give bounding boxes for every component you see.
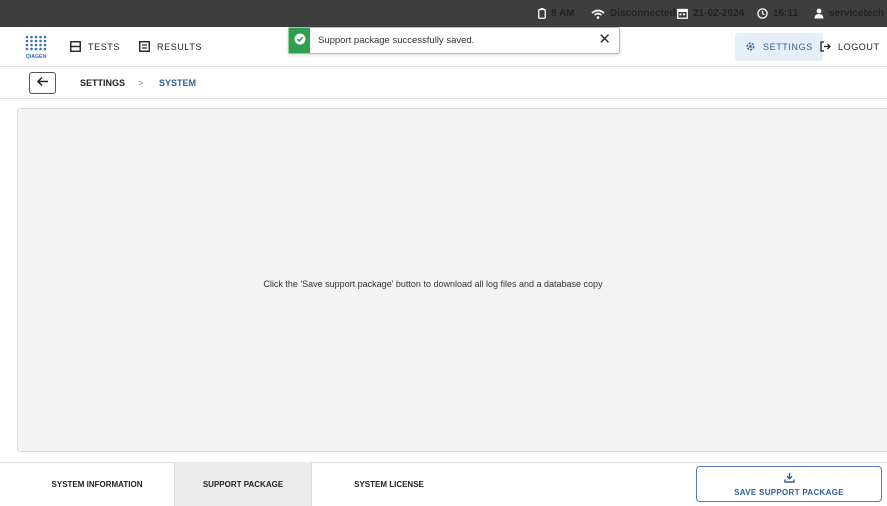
- breadcrumb-item-system: SYSTEM: [159, 78, 197, 88]
- tests-button[interactable]: TESTS: [70, 33, 120, 61]
- user-label: servicetech: [829, 8, 885, 19]
- network-disconnected-icon: [591, 9, 605, 19]
- close-icon[interactable]: ✕: [598, 32, 611, 48]
- battery-icon: [538, 8, 546, 19]
- tab-system-information[interactable]: SYSTEM INFORMATION: [38, 462, 156, 506]
- tab-label: SYSTEM LICENSE: [354, 479, 424, 489]
- toast-message: Support package successfully saved.: [318, 35, 475, 46]
- check-circle-icon: [294, 32, 306, 50]
- qiagen-logo: QIAGEN: [25, 35, 47, 61]
- back-button[interactable]: [29, 72, 56, 94]
- results-button[interactable]: RESULTS: [139, 33, 202, 61]
- gear-icon: [745, 41, 756, 54]
- calendar-icon: [677, 8, 688, 19]
- user-icon: [814, 8, 824, 19]
- download-icon: [783, 472, 795, 485]
- results-icon: [139, 40, 150, 54]
- clock-icon: [757, 8, 768, 19]
- date-status: 21-02-2024: [677, 0, 744, 27]
- user-status[interactable]: servicetech: [814, 0, 884, 27]
- arrow-left-icon: [36, 74, 49, 92]
- logo-text: QIAGEN: [26, 54, 47, 60]
- date-label: 21-02-2024: [693, 8, 745, 19]
- breadcrumb: [0, 67, 887, 99]
- tab-support-package[interactable]: SUPPORT PACKAGE: [174, 462, 312, 506]
- tests-label: TESTS: [88, 42, 121, 52]
- save-support-package-label: SAVE SUPPORT PACKAGE: [734, 487, 844, 497]
- time-label: 16:11: [773, 8, 799, 19]
- logout-icon: [820, 40, 831, 54]
- tab-system-license[interactable]: SYSTEM LICENSE: [330, 462, 448, 506]
- logout-label: LOGOUT: [838, 42, 880, 52]
- time-status: 16:11: [757, 0, 798, 27]
- breadcrumb-item-settings[interactable]: SETTINGS: [80, 78, 125, 88]
- tab-label: SUPPORT PACKAGE: [202, 479, 284, 489]
- logout-button[interactable]: LOGOUT: [820, 33, 880, 61]
- network-label: Disconnected: [610, 8, 676, 19]
- results-label: RESULTS: [157, 42, 203, 52]
- save-support-package-button[interactable]: SAVE SUPPORT PACKAGE: [696, 466, 882, 502]
- instruction-text: Click the 'Save support package' button …: [263, 279, 603, 289]
- breadcrumb-separator: >: [138, 78, 144, 88]
- tab-label: SYSTEM INFORMATION: [51, 479, 143, 489]
- battery-label: 8 AM: [551, 8, 575, 19]
- network-status: Disconnected: [591, 0, 676, 27]
- success-icon-box: [289, 28, 310, 53]
- settings-label: SETTINGS: [763, 42, 813, 52]
- support-package-panel: Click the 'Save support package' button …: [17, 108, 887, 452]
- tests-icon: [70, 40, 81, 54]
- status-bar: [0, 0, 887, 27]
- battery-status: 8 AM: [538, 0, 575, 27]
- settings-button[interactable]: SETTINGS: [735, 33, 823, 61]
- success-toast: Support package successfully saved. ✕: [288, 27, 620, 54]
